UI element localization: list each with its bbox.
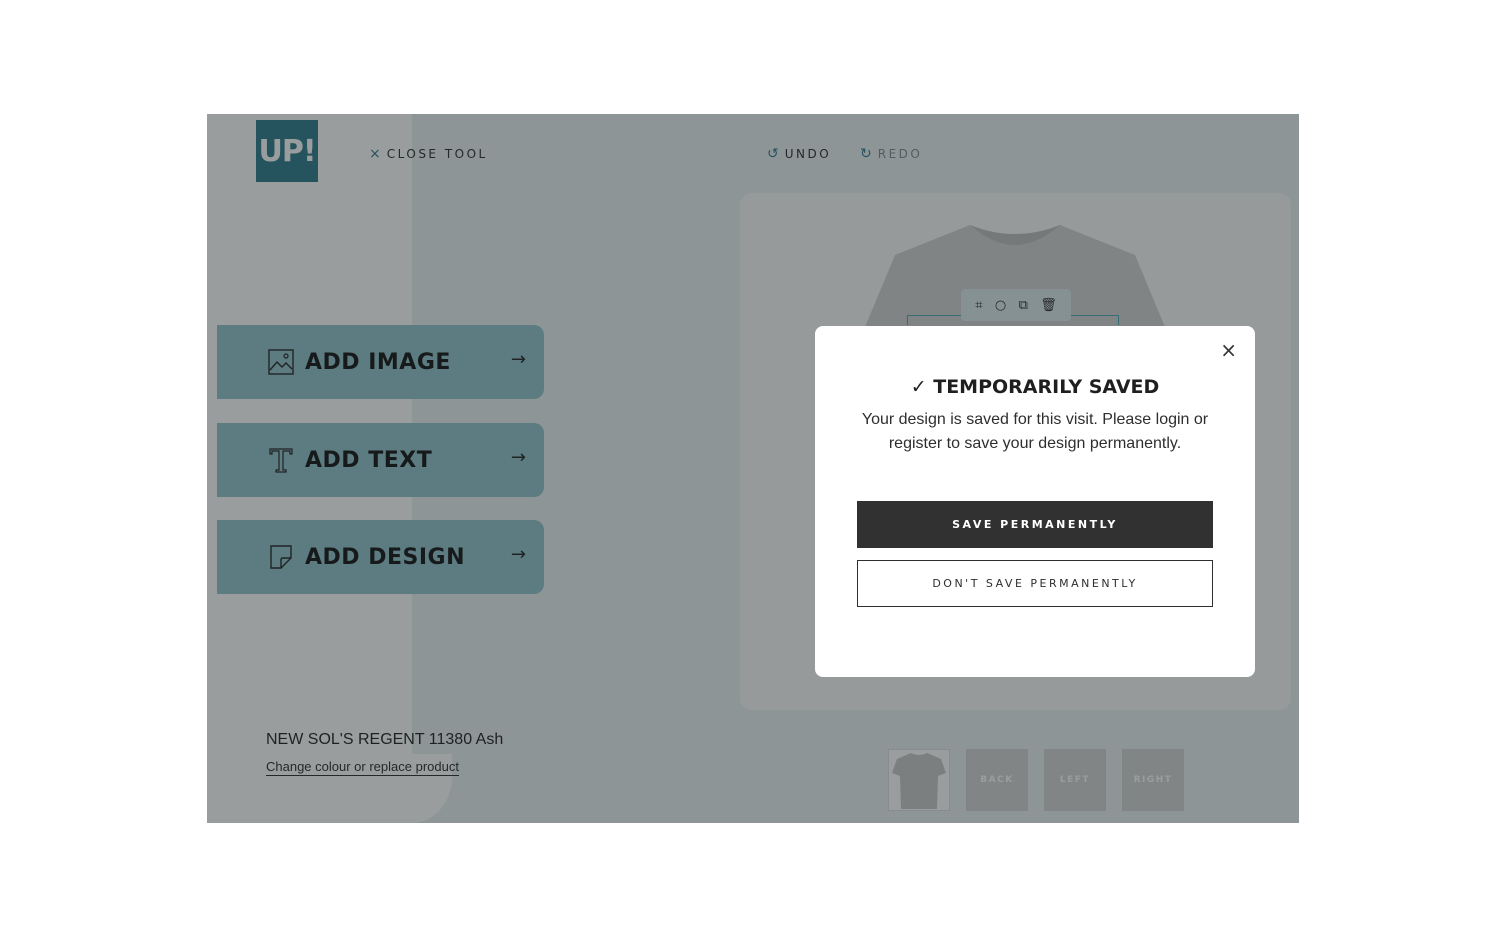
close-icon[interactable]: ×: [1220, 338, 1237, 362]
modal-title: ✓ TEMPORARILY SAVED: [910, 376, 1160, 398]
save-modal: × ✓ TEMPORARILY SAVED Your design is sav…: [815, 326, 1255, 677]
save-permanently-button[interactable]: SAVE PERMANENTLY: [857, 501, 1213, 548]
modal-message: Your design is saved for this visit. Ple…: [861, 411, 1209, 452]
dont-save-button[interactable]: DON'T SAVE PERMANENTLY: [857, 560, 1213, 607]
